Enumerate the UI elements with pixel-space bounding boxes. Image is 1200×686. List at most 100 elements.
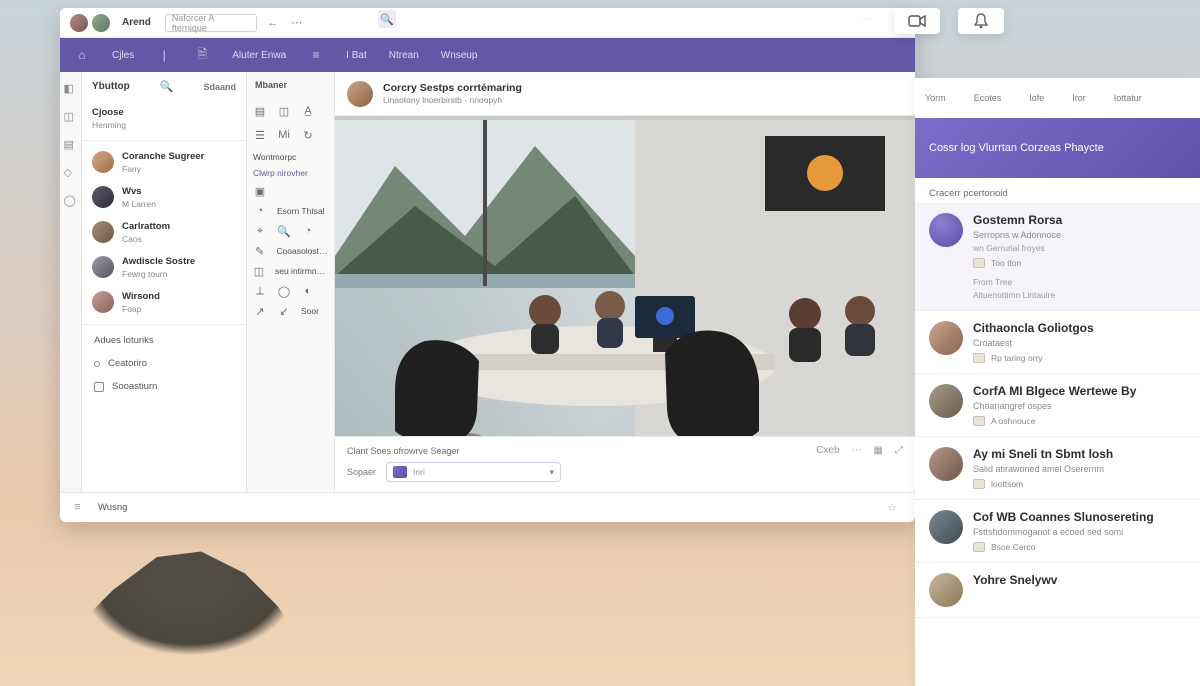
nav-item[interactable]: I Bat <box>346 50 367 61</box>
contact-card[interactable]: Yohre Snelywv <box>915 563 1200 618</box>
left-rail: ◧ ◫ ▤ ◇ ◯ <box>60 72 82 492</box>
nav-item[interactable]: Aluter Enwa <box>232 50 286 61</box>
camera-button[interactable] <box>894 8 940 34</box>
tab[interactable]: Iofe <box>1029 93 1044 103</box>
status-dot-icon <box>94 361 100 367</box>
chatlist-filter[interactable]: Sdaand <box>203 82 236 92</box>
avatar <box>929 573 963 607</box>
more-icon[interactable]: ⋯ <box>289 15 305 31</box>
clock-icon[interactable]: ◔ <box>253 204 267 218</box>
chat-link[interactable]: Ceatoriro <box>82 352 246 375</box>
expand-icon[interactable]: ⤢ <box>895 445 903 456</box>
chatlist-title: Ybuttop <box>92 81 130 92</box>
chevron-down-icon[interactable]: ▾ <box>550 467 555 478</box>
toolcol-title: Mbaner <box>253 80 328 94</box>
mi-icon[interactable]: Mi <box>277 128 291 142</box>
chat-item[interactable]: WvsM Larren <box>82 180 246 215</box>
avatar <box>929 213 963 247</box>
panel-icon[interactable]: ◫ <box>253 264 265 278</box>
notifications-button[interactable] <box>958 8 1004 34</box>
avatar <box>92 151 114 173</box>
rail-icon[interactable]: ◫ <box>64 110 78 124</box>
chat-item[interactable]: WirsondFoap <box>82 285 246 320</box>
contact-card[interactable]: Cithaoncla Goliotgos Croataest Rp taring… <box>915 311 1200 374</box>
search-icon[interactable]: 🔍 <box>277 224 291 238</box>
bars-icon[interactable]: ≡ <box>308 47 324 63</box>
chat-item[interactable]: Coranche SugreerFany <box>82 145 246 180</box>
nav-item[interactable]: Wnseup <box>441 50 478 61</box>
rail-icon[interactable]: ▤ <box>64 138 78 152</box>
menu-icon[interactable]: ≡ <box>74 501 88 515</box>
circle-icon[interactable]: ◯ <box>277 284 291 298</box>
footer-action[interactable]: Cxeb <box>816 445 839 456</box>
avatar <box>929 384 963 418</box>
tab[interactable]: Yorm <box>925 93 946 103</box>
chip-icon <box>973 416 985 426</box>
tool-label[interactable]: Wontmorpc <box>253 152 328 162</box>
chat-link[interactable]: Sooastiurn <box>82 375 246 398</box>
workspace-name: Arend <box>122 17 151 28</box>
conversation-header: Corcry Sestps corrtémaring Linaotony lno… <box>335 72 915 116</box>
panel-icon[interactable]: ◫ <box>277 104 291 118</box>
compose-placeholder: Inri <box>413 467 425 477</box>
perp-icon[interactable]: ⟂ <box>253 284 267 298</box>
refresh-icon[interactable]: ↻ <box>301 128 315 142</box>
contact-card[interactable]: CorfA MI Blgece Wertewe By Choanangref o… <box>915 374 1200 437</box>
contact-card[interactable]: Gostemn Rorsa Serropns w Adonnoce wn Ger… <box>915 203 1200 311</box>
chat-list: Ybuttop 🔍 Sdaand CjooseHenming Coranche … <box>82 72 247 492</box>
avatar[interactable] <box>70 14 88 32</box>
arrow-sw-icon[interactable]: ↙ <box>277 304 291 318</box>
tool-column: Mbaner ▤ ◫ A̲ ☰ Mi ↻ Wontmorpc Clwrp nirovhe… <box>247 72 335 492</box>
chat-link[interactable]: Adues loturiks <box>82 329 246 352</box>
compose-input[interactable]: Inri ▾ <box>386 462 561 482</box>
more-icon[interactable]: ⋯ <box>860 14 870 25</box>
grid-icon[interactable]: ▦ <box>874 445 883 456</box>
grid-icon[interactable]: ▤ <box>253 104 267 118</box>
avatar[interactable] <box>347 81 373 107</box>
back-icon[interactable]: ← <box>265 15 281 31</box>
conversation-title: Corcry Sestps corrtémaring <box>383 82 522 94</box>
avatar <box>929 321 963 355</box>
search-icon[interactable]: 🔍 <box>378 10 396 28</box>
tab[interactable]: Iottatur <box>1114 93 1142 103</box>
chat-item[interactable]: CarlrattomCaos <box>82 215 246 250</box>
arrow-ne-icon[interactable]: ↗ <box>253 304 267 318</box>
contact-card[interactable]: Ay mi Sneli tn Sbmt losh Salid atirawone… <box>915 437 1200 500</box>
chat-item[interactable]: CjooseHenming <box>82 101 246 136</box>
block-icon[interactable]: ▣ <box>253 184 267 198</box>
right-hero-title: Cossr log Vlurrtan Corzeas Phaycte <box>929 142 1104 154</box>
text-icon[interactable]: A̲ <box>301 104 315 118</box>
search-icon[interactable]: 🔍 <box>160 80 174 93</box>
attachment-icon[interactable] <box>393 466 407 478</box>
conversation-body <box>335 116 915 436</box>
contact-card[interactable]: Cof WB Coannes Slunosereting Fsttshdommo… <box>915 500 1200 563</box>
tool-label[interactable]: Clwrp nirovher <box>253 168 328 178</box>
divider-icon: | <box>156 47 172 63</box>
more-icon[interactable]: ⋯ <box>852 445 862 456</box>
compose-label: Sopaer <box>347 467 376 477</box>
chat-item[interactable]: Awdiscle SostreFewrg tourn <box>82 250 246 285</box>
doc-icon[interactable]: 🗎 <box>194 47 210 63</box>
avatar <box>929 510 963 544</box>
tab[interactable]: Ecotes <box>974 93 1002 103</box>
half-icon[interactable]: ◐ <box>301 284 315 298</box>
nav-item[interactable]: Cjles <box>112 50 134 61</box>
rail-icon[interactable]: ◧ <box>64 82 78 96</box>
list-icon[interactable]: ☰ <box>253 128 267 142</box>
clock-icon[interactable]: ◔ <box>301 224 315 238</box>
target-icon[interactable]: ⌖ <box>253 224 267 238</box>
footer-label: Clant Soes ofrowrve Seager <box>347 446 460 456</box>
pin-icon[interactable]: ☆ <box>887 501 901 515</box>
avatar <box>92 221 114 243</box>
home-icon[interactable]: ⌂ <box>74 47 90 63</box>
rail-icon[interactable]: ◯ <box>64 194 78 208</box>
tab[interactable]: Iror <box>1072 93 1086 103</box>
chip-icon <box>973 258 985 268</box>
nav-item[interactable]: Ntrean <box>389 50 419 61</box>
right-section-title: Cracerr pcertonoid <box>915 178 1200 203</box>
titlebar-search[interactable]: Naforcer A fternique <box>165 14 257 32</box>
right-hero: Cossr log Vlurrtan Corzeas Phaycte <box>915 118 1200 178</box>
rail-icon[interactable]: ◇ <box>64 166 78 180</box>
edit-icon[interactable]: ✎ <box>253 244 266 258</box>
avatar[interactable] <box>92 14 110 32</box>
